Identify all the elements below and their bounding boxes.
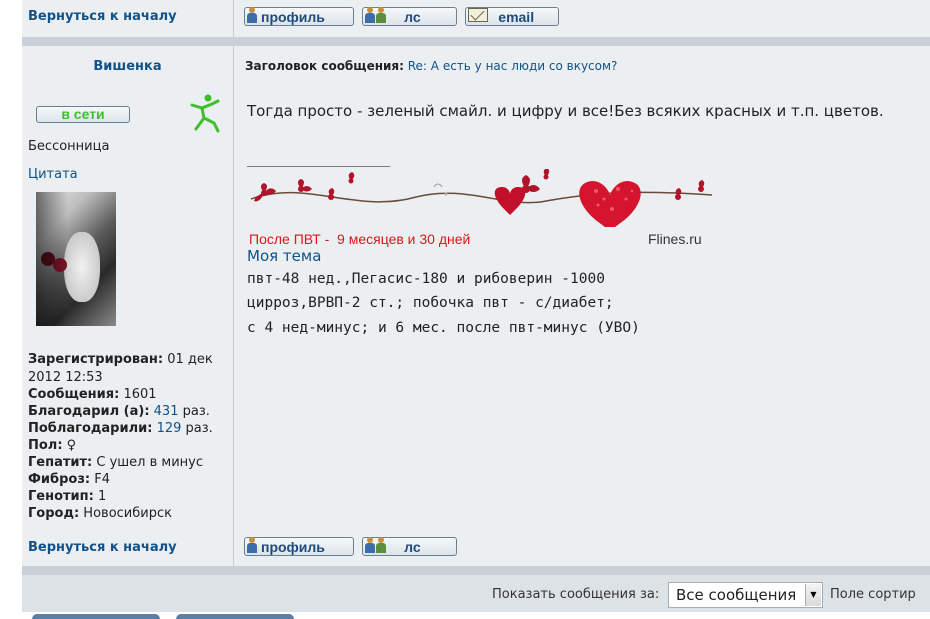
got-thanks-count: Поблагодарили: 129 раз. <box>28 421 213 436</box>
pm-button-bottom[interactable]: лс <box>362 537 458 556</box>
user-rank: Бессонница <box>28 139 110 154</box>
profile-button-label: профиль <box>261 538 325 555</box>
signature-line-2: цирроз,ВРВП-2 ст.; побочка пвт - с/диабе… <box>247 295 614 311</box>
email-button[interactable]: email <box>465 7 560 26</box>
pm-icon <box>365 7 387 26</box>
my-topic-link[interactable]: Моя тема <box>247 247 321 265</box>
author-name[interactable]: Вишенка <box>93 59 161 74</box>
page-button-partial-2[interactable] <box>176 614 294 619</box>
bottom-post-footer-row: Вернуться к началу профиль лс <box>22 527 930 566</box>
post-content-cell: Тогда просто - зеленый смайл. и цифру и … <box>234 87 930 527</box>
fibrosis-field: Фиброз: F4 <box>28 472 110 487</box>
bottom-right-cell: профиль лс <box>234 527 930 566</box>
banner-caption: После ПВТ - 9 месяцев и 30 дней <box>249 231 471 247</box>
post-body-row: в сети Бессонница Цитата Зарегистрирован… <box>22 87 930 528</box>
thanked-count: Благодарил (а): 431 раз. <box>28 404 210 419</box>
pm-button-label: лс <box>404 8 421 25</box>
quote-link[interactable]: Цитата <box>28 167 78 182</box>
profile-button-bottom[interactable]: профиль <box>244 537 354 556</box>
row-separator-bottom <box>22 566 930 575</box>
bottom-left-cell: Вернуться к началу <box>22 527 234 566</box>
online-figure-icon <box>190 94 220 133</box>
pm-button-label: лс <box>404 538 421 555</box>
online-label: в сети <box>61 106 105 122</box>
profile-icon <box>247 537 257 556</box>
author-cell: Вишенка <box>22 46 234 87</box>
pm-icon <box>365 537 387 556</box>
top-post-footer-row: Вернуться к началу профиль лс email <box>22 0 930 37</box>
email-icon <box>468 8 489 25</box>
genotype-field: Генотип: 1 <box>28 489 107 504</box>
top-right-cell: профиль лс email <box>234 0 930 37</box>
display-options-bar: Показать сообщения за: Все сообщения ▼ П… <box>22 575 930 612</box>
hearts-vine-image <box>250 168 713 231</box>
thanked-link[interactable]: 431 <box>154 404 179 419</box>
city-field: Город: Новосибирск <box>28 506 172 521</box>
female-icon: ♀ <box>66 438 77 453</box>
sort-field-label: Поле сортир <box>830 587 916 602</box>
profile-button[interactable]: профиль <box>244 7 354 26</box>
select-value: Все сообщения <box>676 586 797 604</box>
top-left-cell: Вернуться к началу <box>22 0 234 37</box>
hepatitis-field: Гепатит: С ушел в минус <box>28 455 204 470</box>
subject-cell: Заголовок сообщения: Re: А есть у нас лю… <box>234 46 930 87</box>
post-text: Тогда просто - зеленый смайл. и цифру и … <box>247 102 884 120</box>
profile-cell: в сети Бессонница Цитата Зарегистрирован… <box>22 87 234 527</box>
messages-count: Сообщения: 1601 <box>28 387 157 402</box>
messages-period-select[interactable]: Все сообщения ▼ <box>668 582 823 608</box>
signature-banner: После ПВТ - 9 месяцев и 30 дней Flines.r… <box>246 168 716 247</box>
profile-button-label: профиль <box>261 8 325 25</box>
row-separator <box>22 37 930 46</box>
signature-separator: _________________ <box>247 151 391 167</box>
pm-button[interactable]: лс <box>362 7 458 26</box>
post-header-row: Вишенка Заголовок сообщения: Re: А есть … <box>22 46 930 88</box>
online-badge: в сети <box>36 106 130 123</box>
subject-label: Заголовок сообщения: <box>245 59 404 73</box>
signature-line-3: с 4 нед-минус; и 6 мес. после пвт-минус … <box>247 320 640 336</box>
email-button-label: email <box>498 8 535 25</box>
page-button-partial[interactable] <box>32 614 160 619</box>
avatar <box>36 192 116 326</box>
banner-site: Flines.ru <box>648 231 702 247</box>
got-thanks-link[interactable]: 129 <box>157 421 182 436</box>
subject-link[interactable]: Re: А есть у нас люди со вкусом? <box>408 59 618 73</box>
profile-icon <box>247 7 257 26</box>
gender-field: Пол: ♀ <box>28 438 77 453</box>
back-to-top-link[interactable]: Вернуться к началу <box>28 9 177 24</box>
chevron-down-icon[interactable]: ▼ <box>805 584 821 606</box>
signature-line-1: пвт-48 нед.,Пегасис-180 и рибоверин -100… <box>247 271 605 287</box>
registered-line-1: Зарегистрирован: 01 дек <box>28 352 213 367</box>
back-to-top-link-bottom[interactable]: Вернуться к началу <box>28 540 177 555</box>
show-messages-label: Показать сообщения за: <box>492 587 660 602</box>
registered-line-2: 2012 12:53 <box>28 370 103 385</box>
